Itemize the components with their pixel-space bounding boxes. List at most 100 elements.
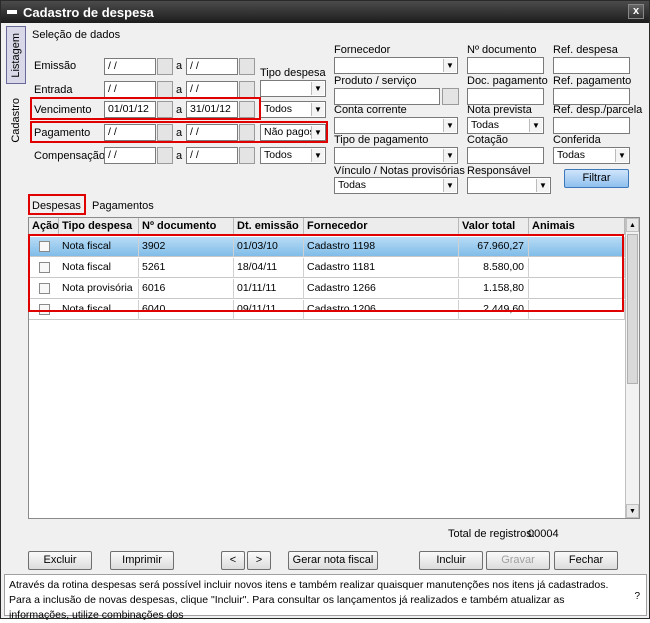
- ref-parcela-input[interactable]: [553, 117, 630, 134]
- tipo-despesa-select[interactable]: ▼: [260, 80, 326, 97]
- emissao-to-picker[interactable]: [239, 58, 255, 75]
- fornecedor-select[interactable]: ▼: [334, 57, 458, 74]
- scroll-up-icon[interactable]: ▲: [626, 218, 639, 232]
- dropdown-arrow-icon: ▼: [311, 82, 324, 95]
- conta-corrente-select[interactable]: ▼: [334, 117, 458, 134]
- doc-pagamento-input[interactable]: [467, 88, 544, 105]
- delete-button[interactable]: Excluir: [28, 551, 92, 570]
- emissao-sep: a: [176, 60, 183, 72]
- status-message: Através da rotina despesas será possível…: [9, 579, 609, 621]
- compensacao-label: Compensação: [34, 150, 105, 162]
- status-help-text: Através da rotina despesas será possível…: [4, 574, 647, 621]
- conta-corrente-label: Conta corrente: [334, 104, 407, 116]
- scroll-thumb[interactable]: [627, 234, 638, 384]
- col-tipo-despesa[interactable]: Tipo despesa: [59, 218, 139, 235]
- produto-servico-input[interactable]: [334, 88, 440, 105]
- entrada-from-input[interactable]: / /: [104, 81, 156, 98]
- dropdown-arrow-icon: ▼: [536, 179, 549, 192]
- nota-prevista-label: Nota prevista: [467, 104, 532, 116]
- generate-invoice-button[interactable]: Gerar nota fiscal: [288, 551, 378, 570]
- nota-prevista-select[interactable]: Todas ▼: [467, 117, 544, 134]
- emissao-to-input[interactable]: / /: [186, 58, 238, 75]
- window-title: Cadastro de despesa: [23, 4, 154, 20]
- pagamento-highlight: [30, 121, 328, 143]
- ref-pagamento-input[interactable]: [553, 88, 630, 105]
- col-n-documento[interactable]: Nº documento: [139, 218, 234, 235]
- table-header: Ação Tipo despesa Nº documento Dt. emiss…: [29, 218, 625, 235]
- responsavel-select[interactable]: ▼: [467, 177, 551, 194]
- previous-button[interactable]: <: [221, 551, 245, 570]
- compensacao-to-input[interactable]: / /: [186, 147, 238, 164]
- close-window-button[interactable]: x: [628, 4, 644, 19]
- title-bar: Cadastro de despesa x: [1, 1, 649, 23]
- ref-pagamento-label: Ref. pagamento: [553, 75, 632, 87]
- tipo-pagamento-select[interactable]: ▼: [334, 147, 458, 164]
- fornecedor-label: Fornecedor: [334, 44, 391, 56]
- produto-servico-label: Produto / serviço: [334, 75, 417, 87]
- ref-parcela-label: Ref. desp./parcela: [553, 104, 643, 116]
- entrada-to-picker[interactable]: [239, 81, 255, 98]
- dropdown-arrow-icon: ▼: [615, 149, 628, 162]
- col-dt-emissao[interactable]: Dt. emissão: [234, 218, 304, 235]
- n-documento-input[interactable]: [467, 57, 544, 74]
- print-button[interactable]: Imprimir: [110, 551, 174, 570]
- side-tab-listagem[interactable]: Listagem: [6, 26, 26, 84]
- emissao-from-input[interactable]: / /: [104, 58, 156, 75]
- main-window: Cadastro de despesa x Listagem Cadastro …: [0, 0, 650, 621]
- vencimento-select[interactable]: Todos ▼: [260, 101, 326, 118]
- side-tab-cadastro[interactable]: Cadastro: [6, 90, 26, 150]
- cotacao-input[interactable]: [467, 147, 544, 164]
- doc-pagamento-label: Doc. pagamento: [467, 75, 548, 87]
- col-animais[interactable]: Animais: [529, 218, 625, 235]
- emissao-label: Emissão: [34, 60, 77, 72]
- compensacao-to-picker[interactable]: [239, 147, 255, 164]
- entrada-label: Entrada: [34, 84, 73, 96]
- rows-highlight: [28, 234, 624, 312]
- filter-button[interactable]: Filtrar: [564, 169, 629, 188]
- cotacao-label: Cotação: [467, 134, 508, 146]
- content-area: Seleção de dados Emissão / / a / / Entra…: [28, 24, 645, 544]
- tab-pagamentos[interactable]: Pagamentos: [92, 200, 154, 212]
- compensacao-from-picker[interactable]: [157, 147, 173, 164]
- dropdown-arrow-icon: ▼: [311, 149, 324, 162]
- vinculo-label: Vínculo / Notas provisórias: [334, 165, 465, 177]
- total-records-value: 00004: [528, 528, 559, 540]
- entrada-to-input[interactable]: / /: [186, 81, 238, 98]
- save-button[interactable]: Gravar: [486, 551, 550, 570]
- side-tabs: Listagem Cadastro: [4, 24, 28, 544]
- dropdown-arrow-icon: ▼: [443, 119, 456, 132]
- dropdown-arrow-icon: ▼: [311, 103, 324, 116]
- vencimento-highlight: [30, 97, 261, 120]
- conferida-select[interactable]: Todas ▼: [553, 147, 630, 164]
- next-button[interactable]: >: [247, 551, 271, 570]
- include-button[interactable]: Incluir: [419, 551, 483, 570]
- col-acao[interactable]: Ação: [29, 218, 59, 235]
- compensacao-from-input[interactable]: / /: [104, 147, 156, 164]
- total-records-label: Total de registros:: [448, 528, 535, 540]
- tipo-pagamento-label: Tipo de pagamento: [334, 134, 429, 146]
- section-title: Seleção de dados: [32, 29, 121, 41]
- window-menu-icon[interactable]: [7, 10, 17, 14]
- entrada-sep: a: [176, 84, 183, 96]
- vinculo-select[interactable]: Todas ▼: [334, 177, 458, 194]
- responsavel-label: Responsável: [467, 165, 531, 177]
- compensacao-select[interactable]: Todos ▼: [260, 147, 326, 164]
- scroll-down-icon[interactable]: ▼: [626, 504, 639, 518]
- compensacao-sep: a: [176, 150, 183, 162]
- col-fornecedor[interactable]: Fornecedor: [304, 218, 459, 235]
- table-scrollbar[interactable]: ▲ ▼: [625, 218, 639, 518]
- help-icon[interactable]: ?: [634, 589, 640, 604]
- tipo-despesa-label: Tipo despesa: [260, 67, 326, 79]
- produto-servico-lookup[interactable]: [442, 88, 459, 105]
- entrada-from-picker[interactable]: [157, 81, 173, 98]
- close-button[interactable]: Fechar: [554, 551, 618, 570]
- ref-despesa-label: Ref. despesa: [553, 44, 618, 56]
- dropdown-arrow-icon: ▼: [529, 119, 542, 132]
- dropdown-arrow-icon: ▼: [443, 59, 456, 72]
- ref-despesa-input[interactable]: [553, 57, 630, 74]
- dropdown-arrow-icon: ▼: [443, 179, 456, 192]
- despesas-tab-highlight: [28, 194, 86, 215]
- col-valor-total[interactable]: Valor total: [459, 218, 529, 235]
- emissao-from-picker[interactable]: [157, 58, 173, 75]
- n-documento-label: Nº documento: [467, 44, 537, 56]
